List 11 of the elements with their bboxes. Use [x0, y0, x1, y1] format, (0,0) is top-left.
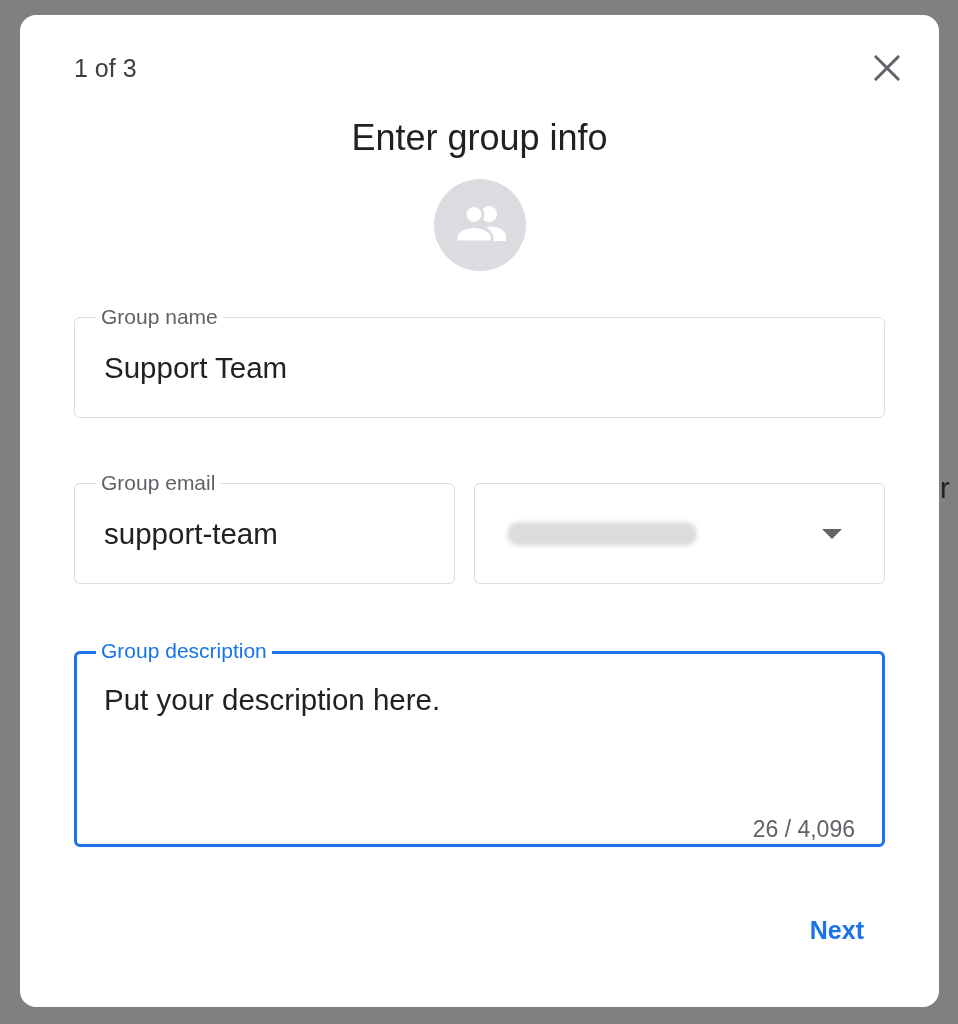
character-counter: 26 / 4,096	[752, 817, 855, 841]
step-indicator: 1 of 3	[74, 53, 137, 83]
caret-down-icon	[822, 528, 842, 539]
people-avatar-icon	[433, 179, 526, 271]
next-button[interactable]: Next	[795, 907, 878, 953]
close-button[interactable]	[874, 55, 900, 81]
field-label: Group description	[96, 640, 272, 662]
close-icon	[874, 55, 900, 81]
background-text: r	[940, 472, 950, 504]
dialog-title: Enter group info	[351, 118, 608, 158]
field-label: Group email	[96, 472, 221, 494]
